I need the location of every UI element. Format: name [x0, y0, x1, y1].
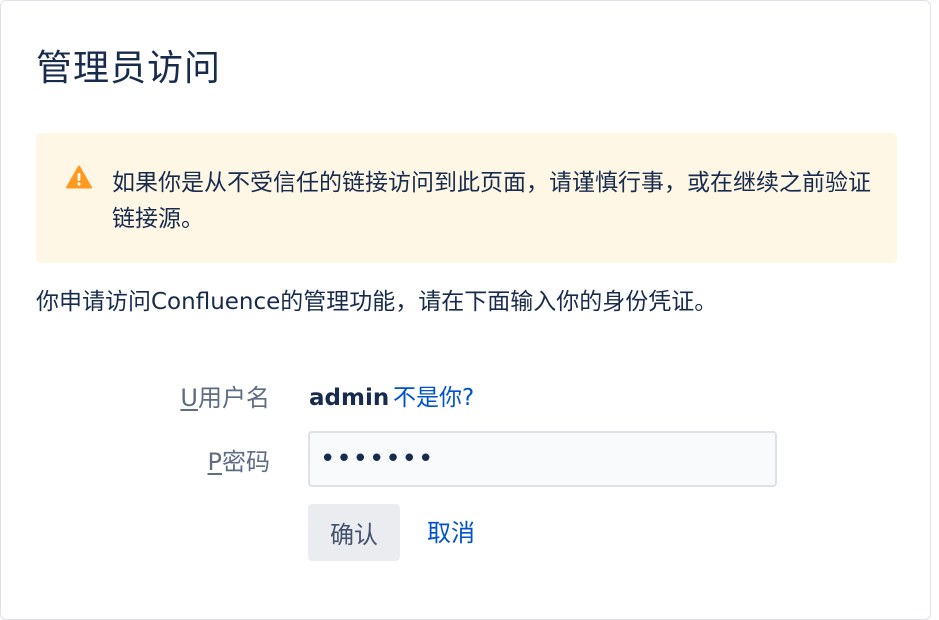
password-label-text: 密码 — [222, 448, 270, 476]
dialog-title: 管理员访问 — [36, 48, 222, 89]
warning-message: 如果你是从不受信任的链接访问到此页面，请谨慎行事，或在继续之前验证链接源。 — [36, 133, 897, 263]
username-label-text: 用户名 — [198, 384, 270, 412]
warning-text: 如果你是从不受信任的链接访问到此页面，请谨慎行事，或在继续之前验证链接源。 — [112, 170, 871, 232]
warning-icon — [66, 165, 92, 189]
cancel-link[interactable]: 取消 — [427, 515, 475, 551]
confirm-button[interactable]: 确认 — [308, 504, 400, 561]
not-you-link[interactable]: 不是你? — [393, 380, 474, 416]
username-value: admin — [309, 385, 390, 411]
password-input[interactable] — [308, 431, 777, 487]
username-label: U用户名 — [180, 380, 270, 416]
intro-text: 你申请访问Confluence的管理功能，请在下面输入你的身份凭证。 — [36, 289, 718, 315]
password-label: P密码 — [208, 444, 270, 480]
username-accesskey: U — [180, 384, 198, 412]
admin-access-dialog: 管理员访问 如果你是从不受信任的链接访问到此页面，请谨慎行事，或在继续之前验证链… — [0, 0, 931, 620]
password-accesskey: P — [207, 448, 222, 476]
